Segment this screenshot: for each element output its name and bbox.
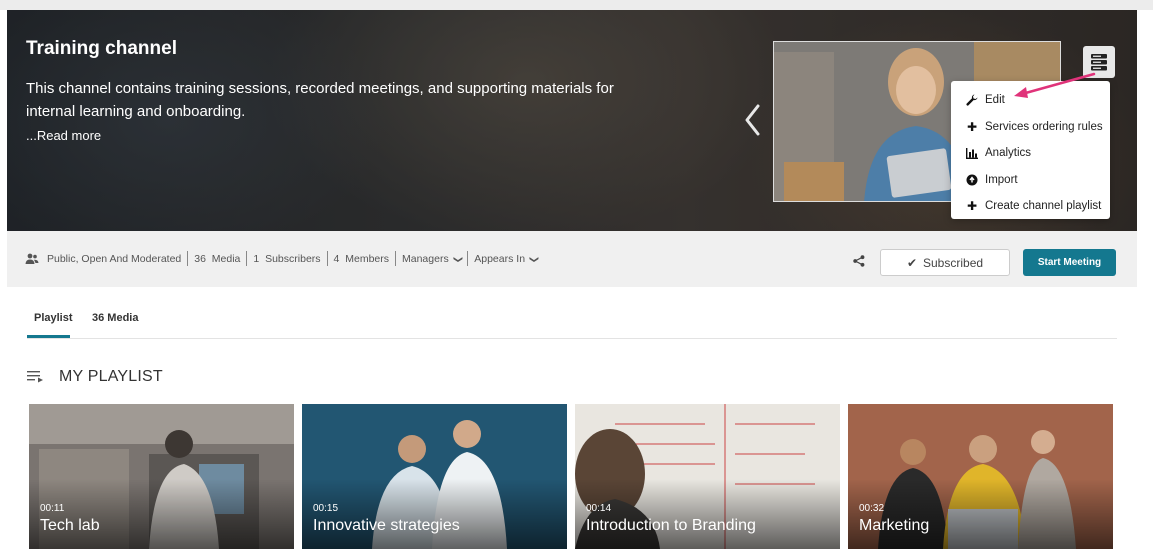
menu-item-create-channel-playlist[interactable]: ✚ Create channel playlist	[951, 193, 1110, 220]
playlist-card[interactable]: 00:11 Tech lab	[29, 404, 294, 549]
video-title: Tech lab	[40, 517, 100, 534]
channel-meta: Public, Open And Moderated 36 Media 1 Su…	[25, 251, 540, 266]
read-more-link[interactable]: ...Read more	[26, 128, 101, 143]
users-icon	[25, 253, 39, 264]
menu-item-label: Services ordering rules	[985, 120, 1103, 133]
carousel-prev-icon[interactable]	[742, 102, 764, 138]
menu-item-services-ordering-rules[interactable]: ✚ Services ordering rules	[951, 114, 1110, 141]
subscribed-button[interactable]: ✔ Subscribed	[880, 249, 1010, 276]
divider	[326, 251, 328, 266]
playlist-card[interactable]: 00:32 Marketing	[848, 404, 1113, 549]
server-icon	[1091, 54, 1107, 71]
menu-item-import[interactable]: Import	[951, 167, 1110, 194]
media-count: 36	[194, 252, 206, 265]
menu-item-label: Edit	[985, 94, 1005, 107]
playlist-card[interactable]: 00:14 Introduction to Branding	[575, 404, 840, 549]
start-meeting-button[interactable]: Start Meeting	[1023, 249, 1116, 276]
video-duration: 00:11	[40, 503, 65, 514]
video-title: Innovative strategies	[313, 517, 460, 534]
divider	[467, 251, 469, 266]
divider	[246, 251, 248, 266]
managers-label: Managers	[402, 252, 449, 265]
check-icon: ✔	[906, 255, 917, 270]
members-count: 4	[333, 252, 340, 265]
channel-title: Training channel	[26, 38, 177, 59]
tab-media[interactable]: 36 Media	[92, 312, 138, 324]
video-duration: 00:14	[586, 503, 612, 514]
share-icon[interactable]	[853, 255, 865, 267]
wrench-icon	[965, 94, 979, 106]
playlist-icon	[27, 371, 43, 383]
menu-item-label: Analytics	[985, 147, 1032, 160]
chevron-down-icon: ❯	[452, 255, 463, 263]
divider	[187, 251, 189, 266]
appears-in-label: Appears In	[474, 252, 526, 265]
media-label: Media	[211, 252, 241, 265]
video-title: Introduction to Branding	[586, 517, 756, 534]
circle-arrow-icon	[965, 174, 979, 186]
active-tab-indicator	[27, 335, 70, 338]
channel-description: This channel contains training sessions,…	[26, 80, 614, 120]
playlist-card[interactable]: 00:15 Innovative strategies	[302, 404, 567, 549]
chevron-down-icon: ❯	[529, 255, 540, 263]
menu-item-label: Create channel playlist	[985, 200, 1102, 213]
tab-playlist[interactable]: Playlist	[34, 312, 73, 324]
managers-dropdown[interactable]: Managers ❯	[402, 252, 463, 265]
plus-icon: ✚	[966, 119, 978, 134]
members-label: Members	[345, 252, 389, 265]
subscribers-count: 1	[253, 252, 260, 265]
privacy-label: Public, Open And Moderated	[47, 252, 182, 265]
bar-chart-icon	[965, 147, 979, 159]
video-duration: 00:32	[859, 503, 885, 514]
top-bar	[0, 0, 1153, 10]
subscribed-label: Subscribed	[923, 255, 984, 270]
divider	[395, 251, 396, 266]
channel-actions-dropdown: Edit ✚ Services ordering rules Analytics…	[951, 81, 1110, 219]
channel-tabs: Playlist 36 Media	[27, 300, 1117, 339]
menu-item-label: Import	[985, 173, 1018, 186]
playlist-title: MY PLAYLIST	[59, 368, 163, 385]
video-duration: 00:15	[313, 503, 339, 514]
annotation-arrow	[1014, 72, 1096, 98]
plus-icon: ✚	[966, 199, 978, 214]
appears-in-dropdown[interactable]: Appears In ❯	[474, 252, 540, 265]
video-title: Marketing	[859, 517, 930, 534]
channel-info-bar: Public, Open And Moderated 36 Media 1 Su…	[7, 231, 1137, 287]
menu-item-analytics[interactable]: Analytics	[951, 140, 1110, 167]
subscribers-label: Subscribers	[265, 252, 321, 265]
